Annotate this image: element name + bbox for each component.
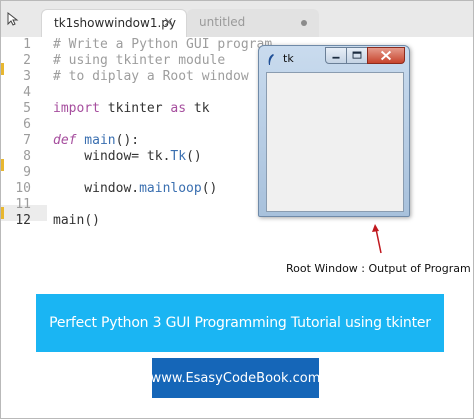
title-banner: Perfect Python 3 GUI Programming Tutoria… xyxy=(36,294,444,352)
minimize-icon xyxy=(332,56,340,59)
code-line-comment: # Write a Python GUI program xyxy=(53,37,273,52)
tab-bar: tk1showwindow1.py × untitled xyxy=(1,1,473,37)
tk-root-window[interactable]: tk xyxy=(258,45,410,217)
code-line-call: main() xyxy=(53,213,100,228)
code-text[interactable]: # Write a Python GUI program # using tki… xyxy=(53,37,272,228)
code-line-def: def main(): xyxy=(53,133,140,148)
line-number: 4 xyxy=(23,85,31,100)
minimize-button[interactable] xyxy=(325,47,347,64)
line-number: 3 xyxy=(23,69,31,84)
code-line-import: import tkinter as tk xyxy=(53,101,210,116)
annotation-caption: Root Window : Output of Program xyxy=(286,262,471,275)
close-icon xyxy=(380,50,392,61)
maximize-icon xyxy=(352,51,362,59)
tab-tk1showwindow1[interactable]: tk1showwindow1.py × xyxy=(41,9,187,37)
feather-icon xyxy=(268,54,274,65)
line-number: 2 xyxy=(23,53,31,68)
line-number: 9 xyxy=(23,165,31,180)
line-number: 5 xyxy=(23,101,31,116)
close-button[interactable] xyxy=(367,47,405,64)
line-number: 6 xyxy=(23,117,31,132)
line-number: 1 xyxy=(23,37,31,52)
website-banner[interactable]: www.EsasyCodeBook.com xyxy=(150,358,321,398)
code-line-window: window= tk.Tk() xyxy=(53,149,202,164)
cursor-arrow-icon xyxy=(7,12,19,26)
code-line-comment: # to diplay a Root window xyxy=(53,69,249,84)
website-text: www.EsasyCodeBook.com xyxy=(150,370,321,386)
line-number: 8 xyxy=(23,149,31,164)
window-controls xyxy=(325,47,405,65)
line-number: 7 xyxy=(23,133,31,148)
tab-close-icon[interactable]: × xyxy=(163,15,174,30)
tk-window-title: tk xyxy=(283,52,294,65)
line-number: 10 xyxy=(15,181,31,196)
red-arrow-icon xyxy=(372,224,382,254)
tab-untitled[interactable]: untitled xyxy=(187,9,319,37)
tab-label: tk1showwindow1.py xyxy=(54,16,176,30)
line-number-gutter: 1 2 3 4 5 6 7 8 9 10 11 12 xyxy=(1,37,47,228)
tk-window-client-area xyxy=(266,72,404,212)
line-number: 11 xyxy=(15,197,31,212)
maximize-button[interactable] xyxy=(346,47,368,64)
banner-title-text: Perfect Python 3 GUI Programming Tutoria… xyxy=(49,315,431,331)
tab-label: untitled xyxy=(199,15,246,29)
code-line-comment: # using tkinter module xyxy=(53,53,226,68)
unsaved-dot-icon xyxy=(301,20,307,26)
line-number-current: 12 xyxy=(15,213,31,228)
code-line-mainloop: window.mainloop() xyxy=(53,181,218,196)
